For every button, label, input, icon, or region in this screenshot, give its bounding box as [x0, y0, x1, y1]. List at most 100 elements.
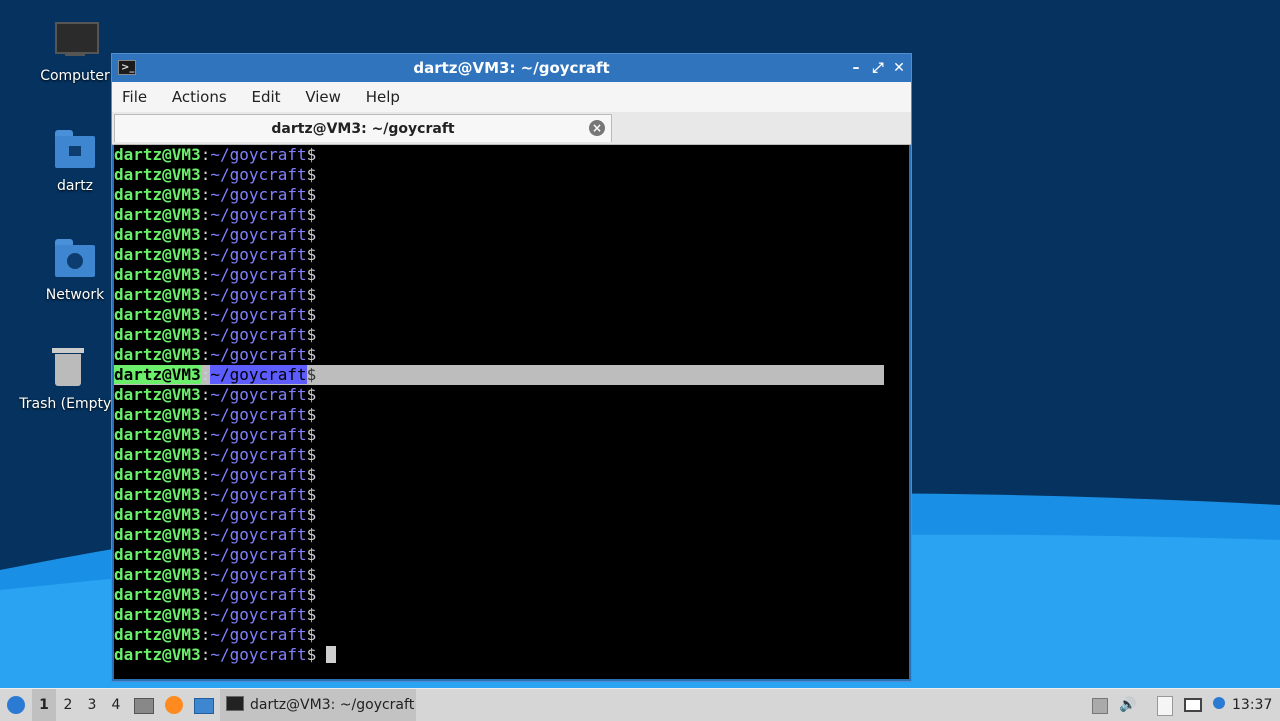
prompt-separator: : [200, 185, 211, 204]
terminal-line: dartz@VM3:~/goycraft$ [114, 345, 909, 365]
prompt-user: dartz@VM3 [114, 325, 201, 344]
chevron-up-icon [1092, 698, 1108, 714]
prompt-path: ~/goycraft [210, 485, 307, 504]
terminal-line: dartz@VM3:~/goycraft$ [114, 305, 909, 325]
text-cursor [326, 646, 337, 663]
tray-up-arrow[interactable] [1090, 689, 1110, 721]
prompt-user: dartz@VM3 [114, 225, 201, 244]
file-manager-launcher[interactable] [134, 689, 154, 721]
close-button[interactable]: ✕ [889, 54, 909, 82]
prompt-user: dartz@VM3 [114, 565, 201, 584]
computer-icon [51, 18, 99, 62]
prompt-symbol: $ [306, 265, 317, 284]
clock[interactable]: 13:37 [1232, 689, 1272, 721]
start-menu-button[interactable] [4, 689, 28, 721]
desktop-icon-computer[interactable]: Computer [25, 18, 125, 84]
prompt-separator: : [200, 525, 211, 544]
terminal-line: dartz@VM3:~/goycraft$ [114, 225, 909, 245]
menu-actions[interactable]: Actions [162, 82, 237, 112]
prompt-separator: : [200, 205, 211, 224]
menu-help[interactable]: Help [356, 82, 410, 112]
desktop-icon-label: dartz [56, 178, 94, 194]
tab-close-icon[interactable]: × [589, 120, 605, 136]
clipboard-button[interactable] [1155, 689, 1175, 721]
desktop-icon-trash[interactable]: Trash (Empty) [18, 346, 118, 412]
network-status-button[interactable] [1182, 689, 1204, 721]
prompt-symbol: $ [306, 505, 317, 524]
prompt-symbol: $ [306, 645, 317, 664]
file-manager-icon [134, 698, 154, 714]
prompt-path: ~/goycraft [210, 305, 307, 324]
workspace-2[interactable]: 2 [56, 689, 80, 721]
prompt-separator: : [200, 165, 211, 184]
prompt-user: dartz@VM3 [114, 305, 201, 324]
prompt-path: ~/goycraft [210, 325, 307, 344]
prompt-separator: : [200, 265, 211, 284]
desktop-icon-label: Network [45, 287, 105, 303]
prompt-path: ~/goycraft [210, 545, 307, 564]
terminal-output[interactable]: dartz@VM3:~/goycraft$ dartz@VM3:~/goycraf… [114, 145, 909, 679]
prompt-path: ~/goycraft [210, 505, 307, 524]
terminal-line: dartz@VM3:~/goycraft$ [114, 385, 909, 405]
terminal-line: dartz@VM3:~/goycraft$ [114, 285, 909, 305]
terminal-tab[interactable]: dartz@VM3: ~/goycraft × [114, 114, 612, 142]
prompt-user: dartz@VM3 [114, 505, 201, 524]
prompt-symbol: $ [306, 385, 317, 404]
menu-edit[interactable]: Edit [241, 82, 290, 112]
prompt-symbol: $ [306, 405, 317, 424]
prompt-path: ~/goycraft [210, 385, 307, 404]
desktop-icon-home[interactable]: dartz [25, 128, 125, 194]
prompt-separator: : [200, 325, 211, 344]
volume-button[interactable]: 🔊 [1118, 689, 1138, 721]
tab-label: dartz@VM3: ~/goycraft [271, 121, 455, 137]
prompt-separator: : [200, 485, 211, 504]
workspace-3[interactable]: 3 [80, 689, 104, 721]
prompt-path: ~/goycraft [210, 205, 307, 224]
prompt-symbol: $ [306, 145, 317, 164]
menu-view[interactable]: View [295, 82, 351, 112]
prompt-symbol: $ [306, 485, 317, 504]
terminal-line: dartz@VM3:~/goycraft$ [114, 365, 884, 385]
home-folder-icon [51, 128, 99, 172]
desktop: Computer dartz Network Trash (Empty) >_ … [0, 0, 1280, 688]
prompt-separator: : [200, 305, 211, 324]
prompt-symbol: $ [306, 165, 317, 184]
prompt-symbol: $ [306, 285, 317, 304]
prompt-separator: : [200, 625, 211, 644]
prompt-path: ~/goycraft [210, 605, 307, 624]
window-titlebar[interactable]: >_ dartz@VM3: ~/goycraft – ⤢ ✕ [112, 54, 911, 82]
prompt-user: dartz@VM3 [114, 145, 201, 164]
taskbar-task-terminal[interactable]: dartz@VM3: ~/goycraft [220, 689, 416, 721]
workspace-4[interactable]: 4 [104, 689, 128, 721]
prompt-path: ~/goycraft [210, 565, 307, 584]
terminal-line: dartz@VM3:~/goycraft$ [114, 625, 909, 645]
prompt-path: ~/goycraft [210, 245, 307, 264]
terminal-line: dartz@VM3:~/goycraft$ [114, 565, 909, 585]
network-icon [1184, 698, 1202, 712]
terminal-window[interactable]: >_ dartz@VM3: ~/goycraft – ⤢ ✕ File Acti… [111, 53, 912, 682]
desktop-icon-network[interactable]: Network [25, 237, 125, 303]
notification-button[interactable] [1210, 689, 1228, 721]
prompt-path: ~/goycraft [210, 145, 307, 164]
prompt-path: ~/goycraft [210, 465, 307, 484]
prompt-path: ~/goycraft [210, 425, 307, 444]
prompt-path: ~/goycraft [210, 285, 307, 304]
terminal-line: dartz@VM3:~/goycraft$ [114, 205, 909, 225]
menu-file[interactable]: File [112, 82, 157, 112]
workspace-1[interactable]: 1 [32, 689, 56, 721]
terminal-line: dartz@VM3:~/goycraft$ [114, 145, 909, 165]
terminal-line: dartz@VM3:~/goycraft$ [114, 545, 909, 565]
prompt-symbol: $ [306, 185, 317, 204]
minimize-button[interactable]: – [846, 54, 866, 82]
terminal-app-icon: >_ [118, 60, 136, 75]
prompt-symbol: $ [306, 465, 317, 484]
prompt-path: ~/goycraft [210, 585, 307, 604]
menu-bar: File Actions Edit View Help [112, 82, 911, 112]
desktop-launcher[interactable] [193, 689, 215, 721]
maximize-button[interactable]: ⤢ [868, 54, 888, 82]
firefox-launcher[interactable] [163, 689, 185, 721]
prompt-symbol: $ [306, 365, 317, 384]
prompt-separator: : [200, 505, 211, 524]
prompt-symbol: $ [306, 525, 317, 544]
prompt-user: dartz@VM3 [114, 285, 201, 304]
